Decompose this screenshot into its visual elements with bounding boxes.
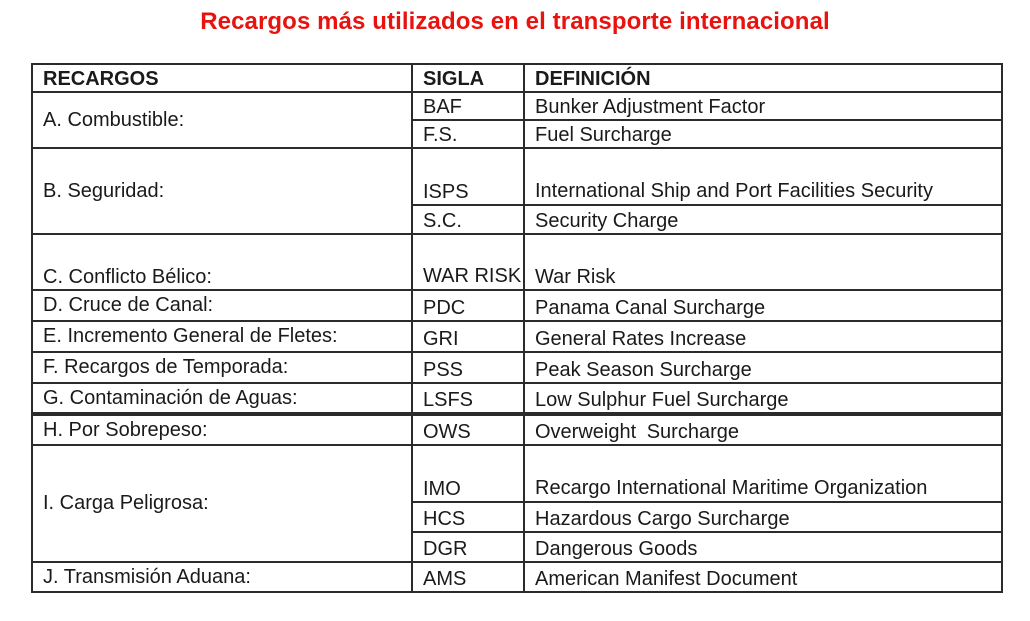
- definition-cell: Panama Canal Surcharge: [523, 289, 1003, 322]
- category-cell: C. Conflicto Bélico:: [31, 233, 413, 291]
- table-row: E. Incremento General de Fletes: GRI Gen…: [31, 320, 1003, 353]
- header-sigla: SIGLA: [411, 63, 525, 93]
- page-title: Recargos más utilizados en el transporte…: [200, 8, 830, 35]
- sigla-cell: IMO: [411, 444, 525, 503]
- definition-cell: Dangerous Goods: [523, 531, 1003, 563]
- sigla-cell: OWS: [411, 412, 525, 446]
- sigla-cell: PSS: [411, 351, 525, 384]
- surcharges-table: RECARGOS SIGLA DEFINICIÓN A. Combustible…: [31, 63, 1003, 593]
- definition-cell: Recargo International Maritime Organizat…: [523, 444, 1003, 503]
- sigla-cell: BAF: [411, 91, 525, 121]
- sigla-cell: HCS: [411, 501, 525, 533]
- category-cell: D. Cruce de Canal:: [31, 289, 413, 322]
- sigla-cell: S.C.: [411, 204, 525, 235]
- definition-cell: Peak Season Surcharge: [523, 351, 1003, 384]
- table-row: I. Carga Peligrosa: IMO Recargo Internat…: [31, 444, 1003, 563]
- header-recargos: RECARGOS: [31, 63, 413, 93]
- sigla-cell: F.S.: [411, 119, 525, 149]
- definition-cell: Hazardous Cargo Surcharge: [523, 501, 1003, 533]
- table-row: G. Contaminación de Aguas: LSFS Low Sulp…: [31, 382, 1003, 415]
- category-cell: G. Contaminación de Aguas:: [31, 382, 413, 415]
- category-cell: J. Transmisión Aduana:: [31, 561, 413, 593]
- definition-cell: Overweight Surcharge: [523, 412, 1003, 446]
- category-cell: B. Seguridad:: [31, 147, 413, 235]
- category-cell: I. Carga Peligrosa:: [31, 444, 413, 563]
- sigla-cell: PDC: [411, 289, 525, 322]
- category-cell: H. Por Sobrepeso:: [31, 412, 413, 446]
- table-row: B. Seguridad: ISPS International Ship an…: [31, 147, 1003, 235]
- category-cell: F. Recargos de Temporada:: [31, 351, 413, 384]
- table-row: C. Conflicto Bélico: WAR RISK War Risk: [31, 233, 1003, 291]
- category-cell: E. Incremento General de Fletes:: [31, 320, 413, 353]
- sigla-cell: DGR: [411, 531, 525, 563]
- header-definicion: DEFINICIÓN: [523, 63, 1003, 93]
- definition-cell: Security Charge: [523, 204, 1003, 235]
- definition-cell: International Ship and Port Facilities S…: [523, 147, 1003, 206]
- table-row: H. Por Sobrepeso: OWS Overweight Surchar…: [31, 412, 1003, 446]
- sigla-cell: WAR RISK: [411, 233, 525, 291]
- definition-cell: Low Sulphur Fuel Surcharge: [523, 382, 1003, 415]
- table-row: D. Cruce de Canal: PDC Panama Canal Surc…: [31, 289, 1003, 322]
- sigla-cell: GRI: [411, 320, 525, 353]
- definition-cell: Fuel Surcharge: [523, 119, 1003, 149]
- sigla-cell: AMS: [411, 561, 525, 593]
- table-header-row: RECARGOS SIGLA DEFINICIÓN: [31, 63, 1003, 93]
- table-row: J. Transmisión Aduana: AMS American Mani…: [31, 561, 1003, 593]
- sigla-cell: LSFS: [411, 382, 525, 415]
- table-row: A. Combustible: BAF Bunker Adjustment Fa…: [31, 91, 1003, 149]
- sigla-cell: ISPS: [411, 147, 525, 206]
- definition-cell: War Risk: [523, 233, 1003, 291]
- category-cell: A. Combustible:: [31, 91, 413, 149]
- table-row: F. Recargos de Temporada: PSS Peak Seaso…: [31, 351, 1003, 384]
- definition-cell: General Rates Increase: [523, 320, 1003, 353]
- definition-cell: American Manifest Document: [523, 561, 1003, 593]
- definition-cell: Bunker Adjustment Factor: [523, 91, 1003, 121]
